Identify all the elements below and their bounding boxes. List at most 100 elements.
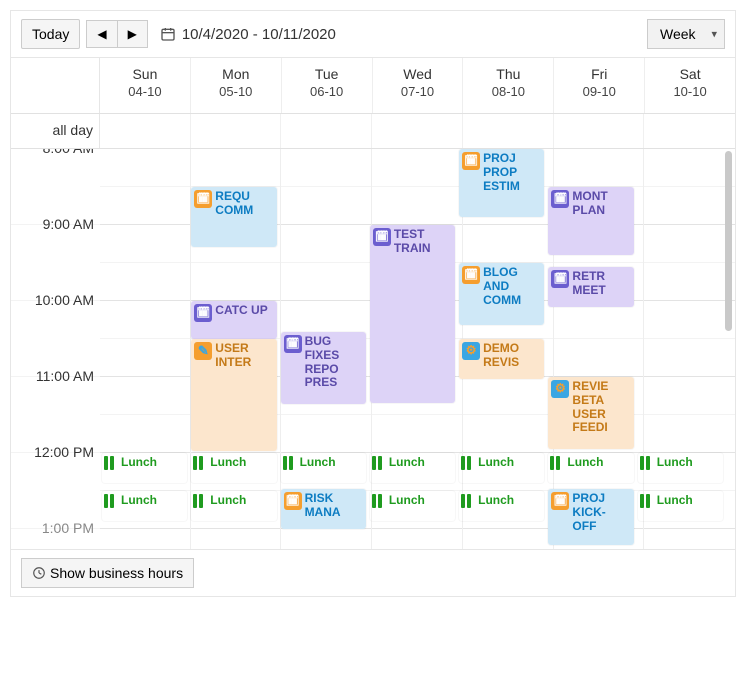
scheduler-toolbar: Today ◀ ▶ 10/4/2020 - 10/11/2020 Week: [11, 11, 735, 58]
time-header-spacer: [11, 58, 100, 113]
calendar-event-icon: 🗓: [284, 335, 302, 353]
chevron-right-icon: ▶: [128, 27, 137, 41]
dow-label: Thu: [463, 66, 553, 82]
time-grid-scroll[interactable]: 8:00 AM 9:00 AM 10:00 AM 11:00 AM 12:00 …: [11, 149, 735, 549]
calendar-event-icon: 🗓: [284, 492, 302, 510]
time-label: 10:00 AM: [35, 292, 94, 308]
calendar-event[interactable]: ⚙DEMO REVIS: [459, 339, 544, 379]
event-label: BLOG AND COMM: [483, 266, 540, 307]
view-select[interactable]: Week: [647, 19, 725, 49]
event-label: BUG FIXES REPO PRES: [305, 335, 362, 390]
event-label: Lunch: [210, 456, 246, 470]
pause-icon: [640, 456, 650, 470]
chevron-left-icon: ◀: [97, 27, 106, 41]
allday-label: all day: [11, 114, 100, 148]
calendar-event-icon: 🗓: [194, 190, 212, 208]
event-label: PROJ KICK-OFF: [572, 492, 629, 533]
scheduler-footer: Show business hours: [11, 549, 735, 596]
date-range-text: 10/4/2020 - 10/11/2020: [182, 26, 336, 43]
event-label: Lunch: [657, 494, 693, 508]
day-header-sat[interactable]: Sat 10-10: [645, 58, 735, 113]
calendar-event[interactable]: ✎USER INTER: [191, 339, 276, 451]
clock-icon: [32, 566, 46, 580]
calendar-event[interactable]: 🗓REQU COMM: [191, 187, 276, 247]
date-label: 04-10: [100, 84, 190, 99]
calendar-event[interactable]: Lunch: [102, 491, 187, 521]
pause-icon: [461, 456, 471, 470]
day-header-thu[interactable]: Thu 08-10: [463, 58, 554, 113]
pause-icon: [283, 456, 293, 470]
date-label: 08-10: [463, 84, 553, 99]
calendar-event-icon: 🗓: [462, 266, 480, 284]
allday-cells[interactable]: [100, 114, 735, 148]
time-label: 11:00 AM: [36, 368, 94, 384]
show-business-hours-button[interactable]: Show business hours: [21, 558, 194, 588]
day-header-fri[interactable]: Fri 09-10: [554, 58, 645, 113]
week-scheduler: Today ◀ ▶ 10/4/2020 - 10/11/2020 Week Su…: [10, 10, 736, 597]
calendar-event[interactable]: 🗓PROJ PROP ESTIM: [459, 149, 544, 217]
event-label: Lunch: [300, 456, 336, 470]
day-header-wed[interactable]: Wed 07-10: [373, 58, 464, 113]
event-label: Lunch: [389, 494, 425, 508]
date-label: 06-10: [282, 84, 372, 99]
calendar-event[interactable]: 🗓MONT PLAN: [548, 187, 633, 255]
dow-label: Wed: [373, 66, 463, 82]
dow-label: Mon: [191, 66, 281, 82]
date-range-display[interactable]: 10/4/2020 - 10/11/2020: [160, 26, 336, 43]
pause-icon: [550, 456, 560, 470]
event-label: Lunch: [121, 494, 157, 508]
time-label: 1:00 PM: [42, 520, 94, 536]
calendar-event[interactable]: Lunch: [459, 453, 544, 483]
event-label: MONT PLAN: [572, 190, 629, 218]
pause-icon: [193, 456, 203, 470]
calendar-event-icon: 🗓: [551, 190, 569, 208]
calendar-event[interactable]: Lunch: [370, 453, 455, 483]
calendar-event[interactable]: Lunch: [370, 491, 455, 521]
dow-label: Fri: [554, 66, 644, 82]
event-label: Lunch: [210, 494, 246, 508]
event-label: REVIE BETA USER FEEDI: [572, 380, 629, 435]
day-header-sun[interactable]: Sun 04-10: [100, 58, 191, 113]
time-labels: 8:00 AM 9:00 AM 10:00 AM 11:00 AM 12:00 …: [11, 149, 100, 549]
calendar-event[interactable]: 🗓RETR MEET: [548, 267, 633, 307]
gear-icon: ⚙: [462, 342, 480, 360]
day-header-tue[interactable]: Tue 06-10: [282, 58, 373, 113]
gear-icon: ⚙: [551, 380, 569, 398]
calendar-event[interactable]: Lunch: [548, 453, 633, 483]
calendar-event[interactable]: Lunch: [281, 453, 366, 483]
next-button[interactable]: ▶: [117, 20, 148, 48]
pause-icon: [640, 494, 650, 508]
date-label: 09-10: [554, 84, 644, 99]
pause-icon: [104, 494, 114, 508]
today-button[interactable]: Today: [21, 19, 80, 49]
calendar-event[interactable]: ⚙REVIE BETA USER FEEDI: [548, 377, 633, 449]
event-label: Lunch: [121, 456, 157, 470]
time-label: 8:00 AM: [43, 149, 94, 156]
scrollbar-thumb[interactable]: [725, 151, 732, 331]
event-label: RETR MEET: [572, 270, 629, 298]
dow-label: Tue: [282, 66, 372, 82]
calendar-event[interactable]: Lunch: [459, 491, 544, 521]
calendar-event[interactable]: 🗓TEST TRAIN: [370, 225, 455, 403]
pencil-icon: ✎: [194, 342, 212, 360]
calendar-event[interactable]: 🗓CATC UP: [191, 301, 276, 339]
calendar-event[interactable]: 🗓RISK MANA: [281, 489, 366, 529]
calendar-event[interactable]: Lunch: [102, 453, 187, 483]
pause-icon: [461, 494, 471, 508]
pause-icon: [193, 494, 203, 508]
calendar-event[interactable]: Lunch: [638, 491, 723, 521]
nav-group: ◀ ▶: [86, 20, 147, 48]
calendar-event[interactable]: Lunch: [638, 453, 723, 483]
calendar-event[interactable]: 🗓PROJ KICK-OFF: [548, 489, 633, 545]
event-label: RISK MANA: [305, 492, 362, 520]
calendar-event[interactable]: 🗓BLOG AND COMM: [459, 263, 544, 325]
event-label: Lunch: [389, 456, 425, 470]
prev-button[interactable]: ◀: [86, 20, 116, 48]
dow-label: Sun: [100, 66, 190, 82]
calendar-event[interactable]: 🗓BUG FIXES REPO PRES: [281, 332, 366, 404]
day-header-mon[interactable]: Mon 05-10: [191, 58, 282, 113]
calendar-event-icon: 🗓: [462, 152, 480, 170]
calendar-event[interactable]: Lunch: [191, 453, 276, 483]
calendar-event[interactable]: Lunch: [191, 491, 276, 521]
event-label: USER INTER: [215, 342, 272, 370]
